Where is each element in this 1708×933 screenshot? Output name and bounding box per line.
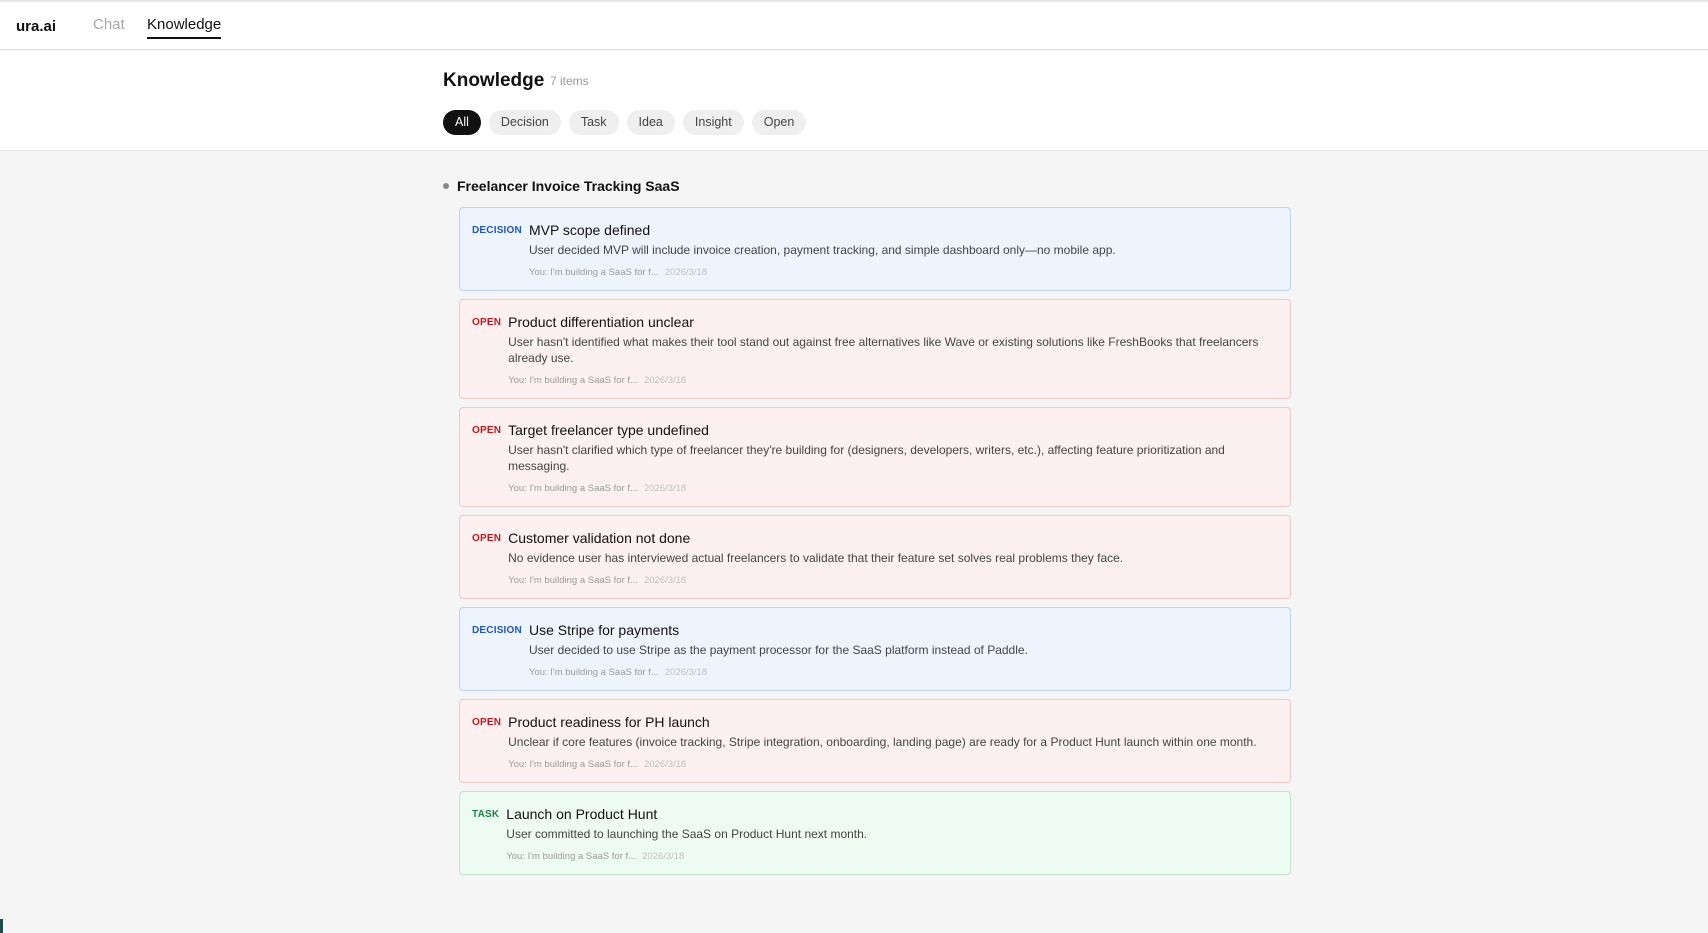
card-date: 2026/3/18	[664, 267, 708, 278]
card-title: Product readiness for PH launch	[508, 714, 710, 730]
group-header: Freelancer Invoice Tracking SaaS	[443, 178, 680, 194]
knowledge-card[interactable]: TASK Launch on Product Hunt User committ…	[459, 791, 1291, 875]
card-date: 2026/3/18	[643, 483, 687, 494]
card-source[interactable]: You: I'm building a SaaS for f...	[508, 483, 638, 494]
card-date: 2026/3/18	[664, 667, 708, 678]
card-title: Use Stripe for payments	[528, 622, 680, 638]
card-source[interactable]: You: I'm building a SaaS for f...	[529, 267, 659, 278]
card-description: User committed to launching the SaaS on …	[506, 827, 868, 841]
knowledge-card[interactable]: OPEN Customer validation not done No evi…	[459, 515, 1291, 599]
card-date: 2026/3/18	[643, 375, 687, 386]
card-source[interactable]: You: I'm building a SaaS for f...	[508, 375, 638, 386]
knowledge-list: DECISION MVP scope defined User decided …	[459, 207, 1291, 883]
card-tag: TASK	[472, 809, 500, 820]
card-date: 2026/3/18	[643, 575, 687, 586]
page-title: Knowledge	[443, 70, 545, 91]
filter-all[interactable]: All	[443, 110, 481, 135]
tab-knowledge[interactable]: Knowledge	[147, 16, 222, 39]
card-date: 2026/3/18	[642, 851, 685, 862]
card-description: User hasn't identified what makes their …	[508, 335, 1259, 365]
card-tag: DECISION	[472, 625, 522, 636]
card-source[interactable]: You: I'm building a SaaS for f...	[506, 851, 636, 862]
filter-open[interactable]: Open	[751, 110, 807, 135]
knowledge-card[interactable]: OPEN Product readiness for PH launch Unc…	[459, 699, 1291, 783]
card-tag: OPEN	[472, 533, 502, 544]
card-date: 2026/3/18	[643, 759, 687, 770]
card-meta: You: I'm building a SaaS for f... 2026/3/…	[529, 667, 1278, 678]
card-meta: You: I'm building a SaaS for f... 2026/3/…	[529, 267, 1278, 278]
tab-chat[interactable]: Chat	[93, 16, 125, 37]
item-count: 7 items	[550, 74, 589, 88]
card-description: No evidence user has interviewed actual …	[508, 551, 1124, 565]
knowledge-card[interactable]: DECISION MVP scope defined User decided …	[459, 207, 1291, 291]
card-tag: OPEN	[472, 425, 502, 436]
card-title: Product differentiation unclear	[508, 314, 694, 330]
card-meta: You: I'm building a SaaS for f... 2026/3/…	[506, 851, 1278, 862]
group-title: Freelancer Invoice Tracking SaaS	[457, 178, 680, 194]
top-navbar: ura.ai Chat Knowledge	[0, 2, 1708, 50]
bullet-icon	[443, 183, 449, 189]
knowledge-header: Knowledge 7 items All Decision Task Idea…	[0, 51, 1708, 151]
filter-chips: All Decision Task Idea Insight Open	[443, 110, 807, 135]
knowledge-card[interactable]: DECISION Use Stripe for payments User de…	[459, 607, 1291, 691]
card-tag: OPEN	[472, 717, 502, 728]
knowledge-card[interactable]: OPEN Target freelancer type undefined Us…	[459, 407, 1291, 507]
card-meta: You: I'm building a SaaS for f... 2026/3/…	[508, 483, 1278, 494]
card-meta: You: I'm building a SaaS for f... 2026/3/…	[508, 375, 1278, 386]
card-description: User decided MVP will include invoice cr…	[528, 243, 1116, 257]
card-meta: You: I'm building a SaaS for f... 2026/3/…	[508, 575, 1278, 586]
card-title: Customer validation not done	[508, 530, 691, 546]
knowledge-card[interactable]: OPEN Product differentiation unclear Use…	[459, 299, 1291, 399]
card-description: User decided to use Stripe as the paymen…	[528, 643, 1028, 657]
card-source[interactable]: You: I'm building a SaaS for f...	[508, 759, 638, 770]
brand-logo[interactable]: ura.ai	[16, 18, 56, 35]
filter-decision[interactable]: Decision	[488, 110, 561, 135]
card-tag: DECISION	[472, 225, 522, 236]
card-tag: OPEN	[472, 317, 502, 328]
card-source[interactable]: You: I'm building a SaaS for f...	[529, 667, 659, 678]
card-title: Target freelancer type undefined	[508, 422, 709, 438]
filter-task[interactable]: Task	[568, 110, 619, 135]
card-meta: You: I'm building a SaaS for f... 2026/3/…	[508, 759, 1278, 770]
card-title: MVP scope defined	[528, 222, 651, 238]
card-description: User hasn't clarified which type of free…	[508, 443, 1225, 473]
filter-idea[interactable]: Idea	[626, 110, 675, 135]
card-description: Unclear if core features (invoice tracki…	[508, 735, 1257, 749]
filter-insight[interactable]: Insight	[682, 110, 744, 135]
card-source[interactable]: You: I'm building a SaaS for f...	[508, 575, 638, 586]
window-corner-accent	[0, 919, 3, 933]
card-title: Launch on Product Hunt	[506, 806, 658, 822]
